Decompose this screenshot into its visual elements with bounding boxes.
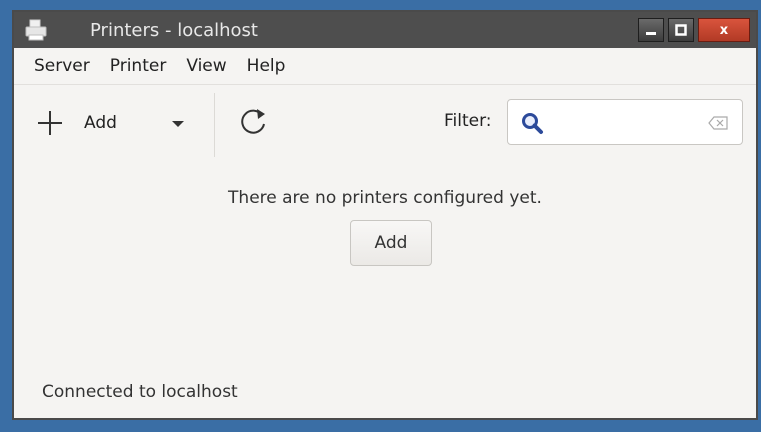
filter-input[interactable] <box>507 99 743 145</box>
empty-state-message: There are no printers configured yet. <box>228 188 542 208</box>
menu-help[interactable]: Help <box>237 48 296 84</box>
search-icon <box>522 113 543 134</box>
title-bar[interactable]: Printers - localhost x <box>14 12 756 48</box>
window-controls: x <box>638 18 750 42</box>
status-bar-text: Connected to localhost <box>42 382 238 402</box>
minimize-button[interactable] <box>638 18 664 42</box>
window-title: Printers - localhost <box>90 19 258 41</box>
close-button[interactable]: x <box>698 18 750 42</box>
add-printer-toolbar-button[interactable]: Add <box>38 105 184 141</box>
menu-printer[interactable]: Printer <box>100 48 177 84</box>
menu-bar: Server Printer View Help <box>14 48 756 85</box>
add-printer-button[interactable]: Add <box>350 220 432 266</box>
toolbar: Add Filter: <box>14 85 756 159</box>
printers-window: Printers - localhost x Server Printer Vi… <box>12 10 758 420</box>
refresh-icon <box>241 109 265 134</box>
close-icon: x <box>719 22 729 38</box>
add-toolbar-label: Add <box>84 113 117 133</box>
menu-view[interactable]: View <box>176 48 236 84</box>
menu-server[interactable]: Server <box>14 48 100 84</box>
printer-icon <box>24 18 48 42</box>
chevron-down-icon[interactable] <box>172 121 184 127</box>
refresh-button[interactable] <box>236 105 270 139</box>
maximize-button[interactable] <box>668 18 694 42</box>
toolbar-separator <box>214 93 215 157</box>
clear-text-icon[interactable] <box>708 116 728 130</box>
filter-label: Filter: <box>444 111 492 131</box>
plus-icon <box>38 111 62 135</box>
